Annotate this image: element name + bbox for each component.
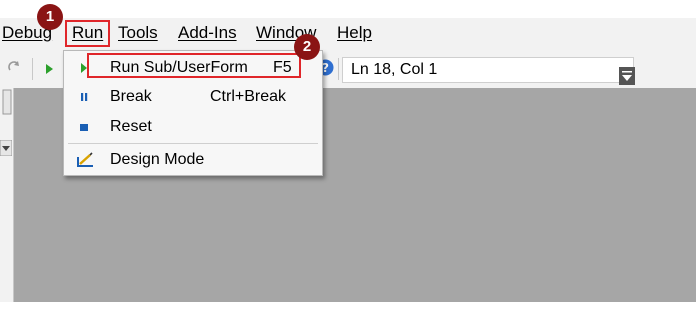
menu-item-shortcut: Ctrl+Break	[210, 88, 287, 105]
run-sub-highlight	[87, 53, 301, 78]
pause-icon	[76, 89, 92, 105]
menu-item-break[interactable]: Break Ctrl+Break	[64, 82, 322, 112]
menu-item-design-mode[interactable]: Design Mode	[64, 145, 322, 175]
menu-help[interactable]: Help	[337, 23, 372, 43]
project-pane-edge	[0, 88, 14, 302]
toolbar-separator	[338, 58, 339, 80]
menu-tools[interactable]: Tools	[118, 23, 158, 43]
menu-item-label: Break	[110, 88, 152, 105]
run-menu-highlight	[65, 20, 110, 47]
toolbar-separator	[32, 58, 33, 80]
svg-text:?: ?	[322, 61, 329, 75]
redo-icon[interactable]	[6, 59, 22, 75]
menu-add-ins[interactable]: Add-Ins	[178, 23, 237, 43]
menu-item-label: Design Mode	[110, 151, 205, 168]
cursor-position-text: Ln 18, Col 1	[351, 61, 438, 78]
toolbar-options-button[interactable]	[619, 67, 635, 85]
step-badge-1: 1	[37, 4, 63, 30]
title-bar	[0, 0, 696, 18]
stop-square-icon	[76, 119, 92, 135]
step-badge-2: 2	[294, 34, 320, 60]
design-mode-icon	[76, 152, 93, 168]
bottom-edge	[0, 302, 696, 309]
menu-separator	[68, 143, 318, 144]
run-toolbar-icon[interactable]	[44, 62, 54, 74]
menu-item-reset[interactable]: Reset	[64, 112, 322, 142]
menu-item-label: Reset	[110, 118, 152, 135]
